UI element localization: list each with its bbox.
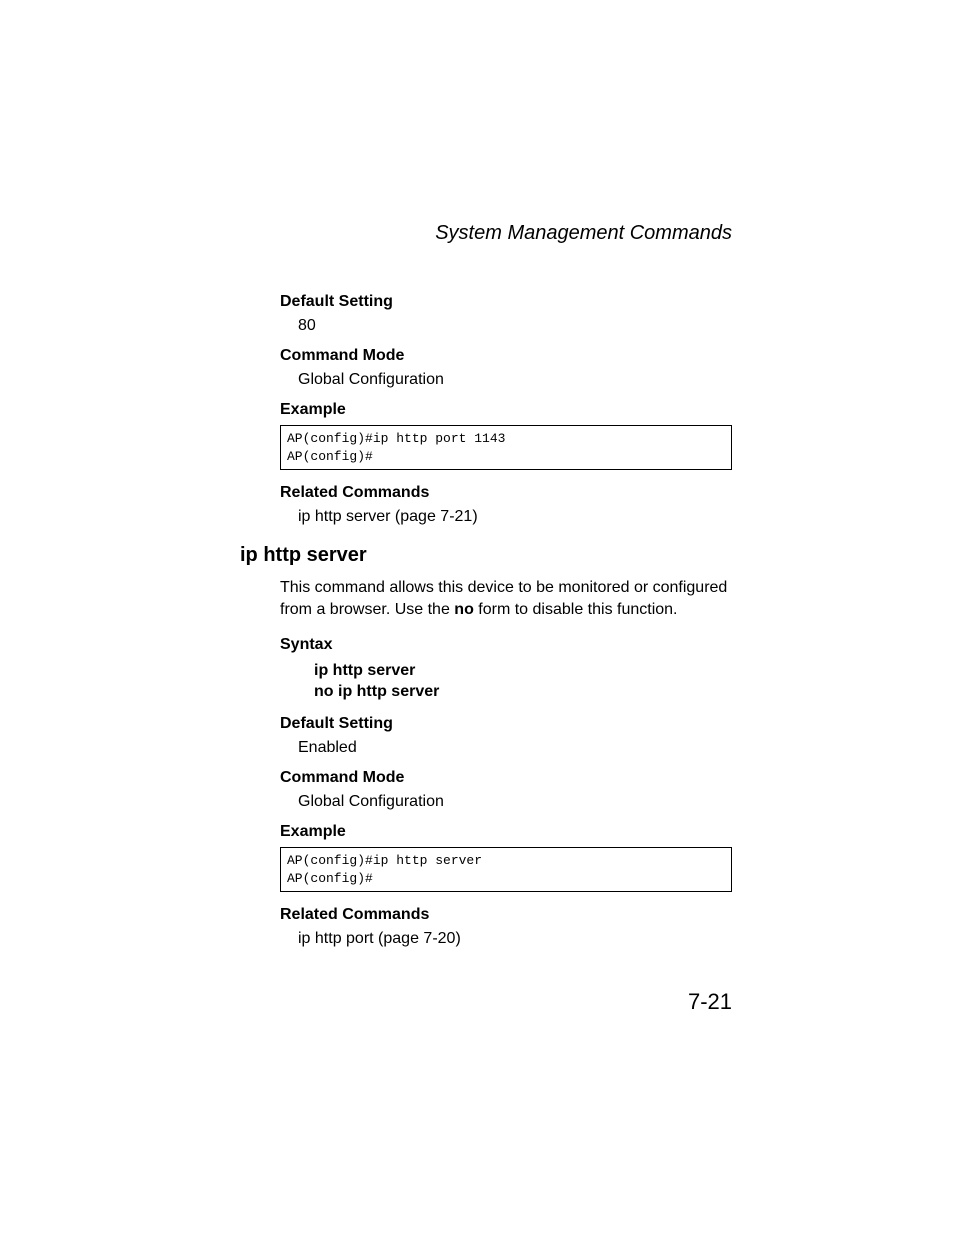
default-setting-label-2: Default Setting xyxy=(280,715,732,733)
running-header: System Management Commands xyxy=(240,222,732,245)
syntax-line-2: no ip http server xyxy=(280,681,732,703)
command-mode-value-2: Global Configuration xyxy=(280,793,732,811)
command-mode-label-2: Command Mode xyxy=(280,769,732,787)
command-description: This command allows this device to be mo… xyxy=(280,577,732,622)
related-commands-value-1: ip http server (page 7-21) xyxy=(280,508,732,526)
example-label-2: Example xyxy=(280,823,732,841)
default-setting-value-1: 80 xyxy=(280,317,732,335)
example-code-1: AP(config)#ip http port 1143 AP(config)# xyxy=(280,425,732,470)
command-mode-value-1: Global Configuration xyxy=(280,371,732,389)
example-label-1: Example xyxy=(280,401,732,419)
default-setting-value-2: Enabled xyxy=(280,739,732,757)
example-code-2: AP(config)#ip http server AP(config)# xyxy=(280,847,732,892)
desc-bold: no xyxy=(454,601,474,618)
syntax-line-1: ip http server xyxy=(280,660,732,682)
page-container: System Management Commands Default Setti… xyxy=(0,0,954,1235)
related-commands-label-1: Related Commands xyxy=(280,484,732,502)
related-commands-value-2: ip http port (page 7-20) xyxy=(280,930,732,948)
desc-part2: form to disable this function. xyxy=(474,601,678,618)
syntax-label: Syntax xyxy=(280,636,732,654)
syntax-block: ip http server no ip http server xyxy=(280,660,732,703)
page-number: 7-21 xyxy=(688,989,732,1015)
command-mode-label-1: Command Mode xyxy=(280,347,732,365)
default-setting-label-1: Default Setting xyxy=(280,293,732,311)
related-commands-label-2: Related Commands xyxy=(280,906,732,924)
main-content: Default Setting 80 Command Mode Global C… xyxy=(240,293,732,948)
section-heading-ip-http-server: ip http server xyxy=(240,544,732,567)
